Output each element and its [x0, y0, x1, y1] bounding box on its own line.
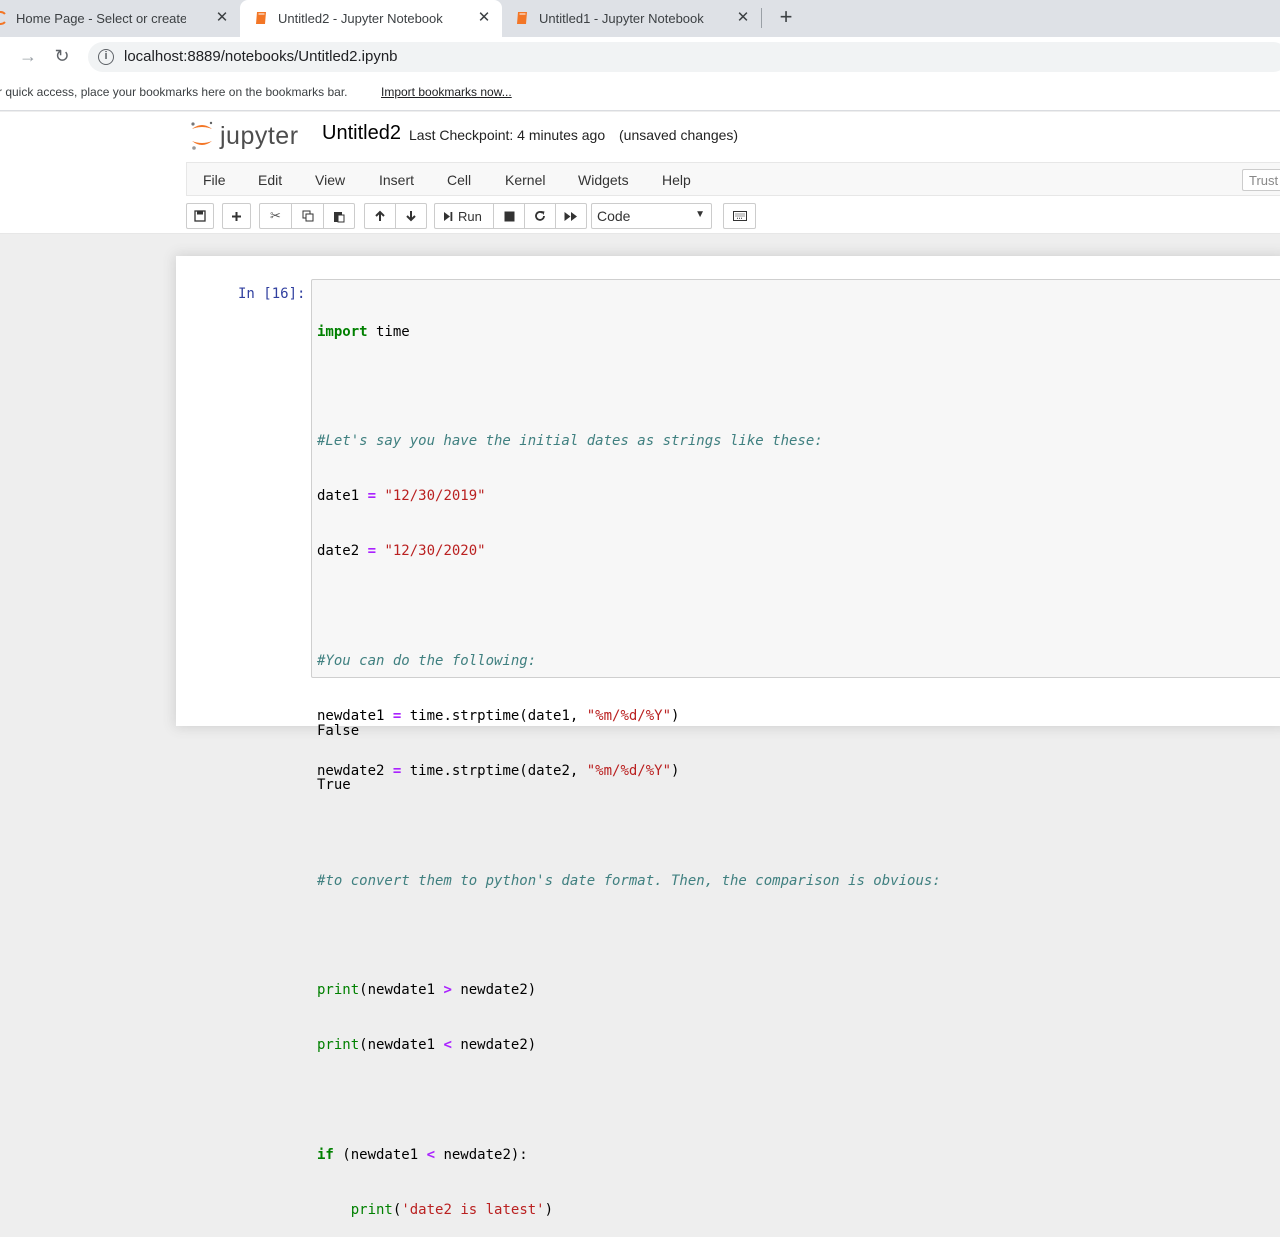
tab-title: Untitled1 - Jupyter Notebook [539, 11, 704, 26]
close-tab-icon[interactable]: ✕ [476, 10, 492, 26]
paste-button[interactable] [323, 203, 355, 229]
move-cell-down-button[interactable] [395, 203, 427, 229]
output-line: False [317, 722, 360, 739]
code-line: date1 = "12/30/2019" [317, 488, 486, 505]
fast-forward-icon [564, 211, 577, 221]
menu-cell[interactable]: Cell [447, 172, 471, 188]
output-line: True [317, 777, 351, 794]
menu-file[interactable]: File [203, 172, 226, 188]
code-line: #Let's say you have the initial dates as… [317, 433, 823, 450]
tab-untitled1[interactable]: Untitled1 - Jupyter Notebook ✕ [501, 0, 761, 37]
menu-bar: File Edit View Insert Cell Kernel Widget… [186, 162, 1280, 196]
import-bookmarks-link[interactable]: Import bookmarks now... [381, 85, 512, 99]
copy-button[interactable] [291, 203, 324, 229]
menu-kernel[interactable]: Kernel [505, 172, 545, 188]
address-bar: → ↻ i localhost:8889/notebooks/Untitled2… [0, 37, 1280, 77]
menu-edit[interactable]: Edit [258, 172, 282, 188]
command-palette-button[interactable] [723, 203, 756, 229]
cell-output: False True [317, 685, 359, 813]
new-tab-button[interactable]: + [774, 6, 798, 30]
cut-button[interactable]: ✂ [259, 203, 292, 229]
reload-icon[interactable]: ↻ [52, 46, 72, 66]
paste-icon [334, 211, 345, 222]
notebook-icon [256, 12, 266, 24]
code-line: newdate1 = time.strptime(date1, "%m/%d/%… [317, 707, 680, 724]
bookmarks-message: r quick access, place your bookmarks her… [0, 85, 348, 99]
tab-title: Home Page - Select or create a n [16, 11, 186, 26]
menu-view[interactable]: View [315, 172, 345, 188]
jupyter-header: jupyter Untitled2 Last Checkpoint: 4 min… [0, 112, 1280, 234]
notebook-title[interactable]: Untitled2 [322, 122, 401, 145]
tab-home-page[interactable]: Home Page - Select or create a n ✕ [0, 0, 240, 37]
scissors-icon: ✂ [270, 208, 281, 223]
code-line: date2 = "12/30/2020" [317, 543, 486, 560]
arrow-up-icon [375, 210, 385, 221]
menu-help[interactable]: Help [662, 172, 691, 188]
browser-tabstrip: Home Page - Select or create a n ✕ Untit… [0, 0, 1280, 37]
url-omnibox[interactable]: i localhost:8889/notebooks/Untitled2.ipy… [88, 42, 1280, 72]
code-line: print('date2 is latest') [350, 1201, 554, 1218]
code-line: if (newdate1 < newdate2): [317, 1146, 528, 1163]
insert-cell-button[interactable] [222, 203, 251, 229]
url-text[interactable]: localhost:8889/notebooks/Untitled2.ipynb [124, 48, 398, 65]
code-line: #to convert them to python's date format… [317, 872, 941, 889]
tab-title: Untitled2 - Jupyter Notebook [278, 11, 443, 26]
save-button[interactable] [186, 203, 214, 229]
menu-insert[interactable]: Insert [379, 172, 414, 188]
stop-icon [504, 211, 514, 221]
jupyter-favicon-icon [0, 11, 6, 25]
interrupt-kernel-button[interactable] [493, 203, 525, 229]
jupyter-logo[interactable]: jupyter [188, 118, 308, 152]
unsaved-changes-status: (unsaved changes) [619, 127, 739, 143]
keyboard-icon [732, 211, 747, 221]
bookmarks-bar: r quick access, place your bookmarks her… [0, 77, 1280, 111]
input-prompt: In [16]: [238, 286, 306, 302]
code-editor[interactable]: import time #Let's say you have the init… [317, 286, 941, 1237]
menu-widgets[interactable]: Widgets [578, 172, 629, 188]
run-label: Run [458, 208, 482, 224]
plus-icon [232, 211, 241, 221]
arrow-down-icon [406, 211, 416, 222]
run-button[interactable]: Run [434, 203, 494, 229]
move-cell-up-button[interactable] [364, 203, 396, 229]
step-forward-icon [444, 211, 453, 221]
restart-kernel-button[interactable] [524, 203, 556, 229]
save-icon [194, 210, 206, 222]
code-line: print(newdate1 > newdate2) [317, 982, 537, 999]
code-line: newdate2 = time.strptime(date2, "%m/%d/%… [317, 762, 680, 779]
copy-icon [302, 210, 313, 222]
last-checkpoint: Last Checkpoint: 4 minutes ago [409, 127, 606, 143]
jupyter-logo-icon [191, 121, 213, 150]
restart-run-all-button[interactable] [555, 203, 587, 229]
site-info-icon[interactable]: i [98, 49, 114, 65]
chevron-down-icon: ▼ [695, 209, 705, 220]
tab-untitled2[interactable]: Untitled2 - Jupyter Notebook ✕ [240, 0, 502, 37]
forward-arrow-icon[interactable]: → [18, 46, 38, 66]
cell-type-value: Code [597, 208, 631, 224]
cell-type-select[interactable]: Code ▼ [591, 203, 712, 229]
trusted-indicator[interactable]: Trust [1242, 169, 1280, 191]
code-line: import time [317, 323, 410, 340]
close-tab-icon[interactable]: ✕ [214, 10, 230, 26]
jupyter-wordmark: jupyter [220, 122, 299, 150]
code-line: print(newdate1 < newdate2) [317, 1037, 537, 1054]
code-line: #You can do the following: [317, 652, 537, 669]
close-tab-icon[interactable]: ✕ [735, 10, 751, 26]
tab-separator [761, 8, 762, 28]
notebook-icon [517, 12, 527, 24]
restart-icon [535, 211, 545, 221]
